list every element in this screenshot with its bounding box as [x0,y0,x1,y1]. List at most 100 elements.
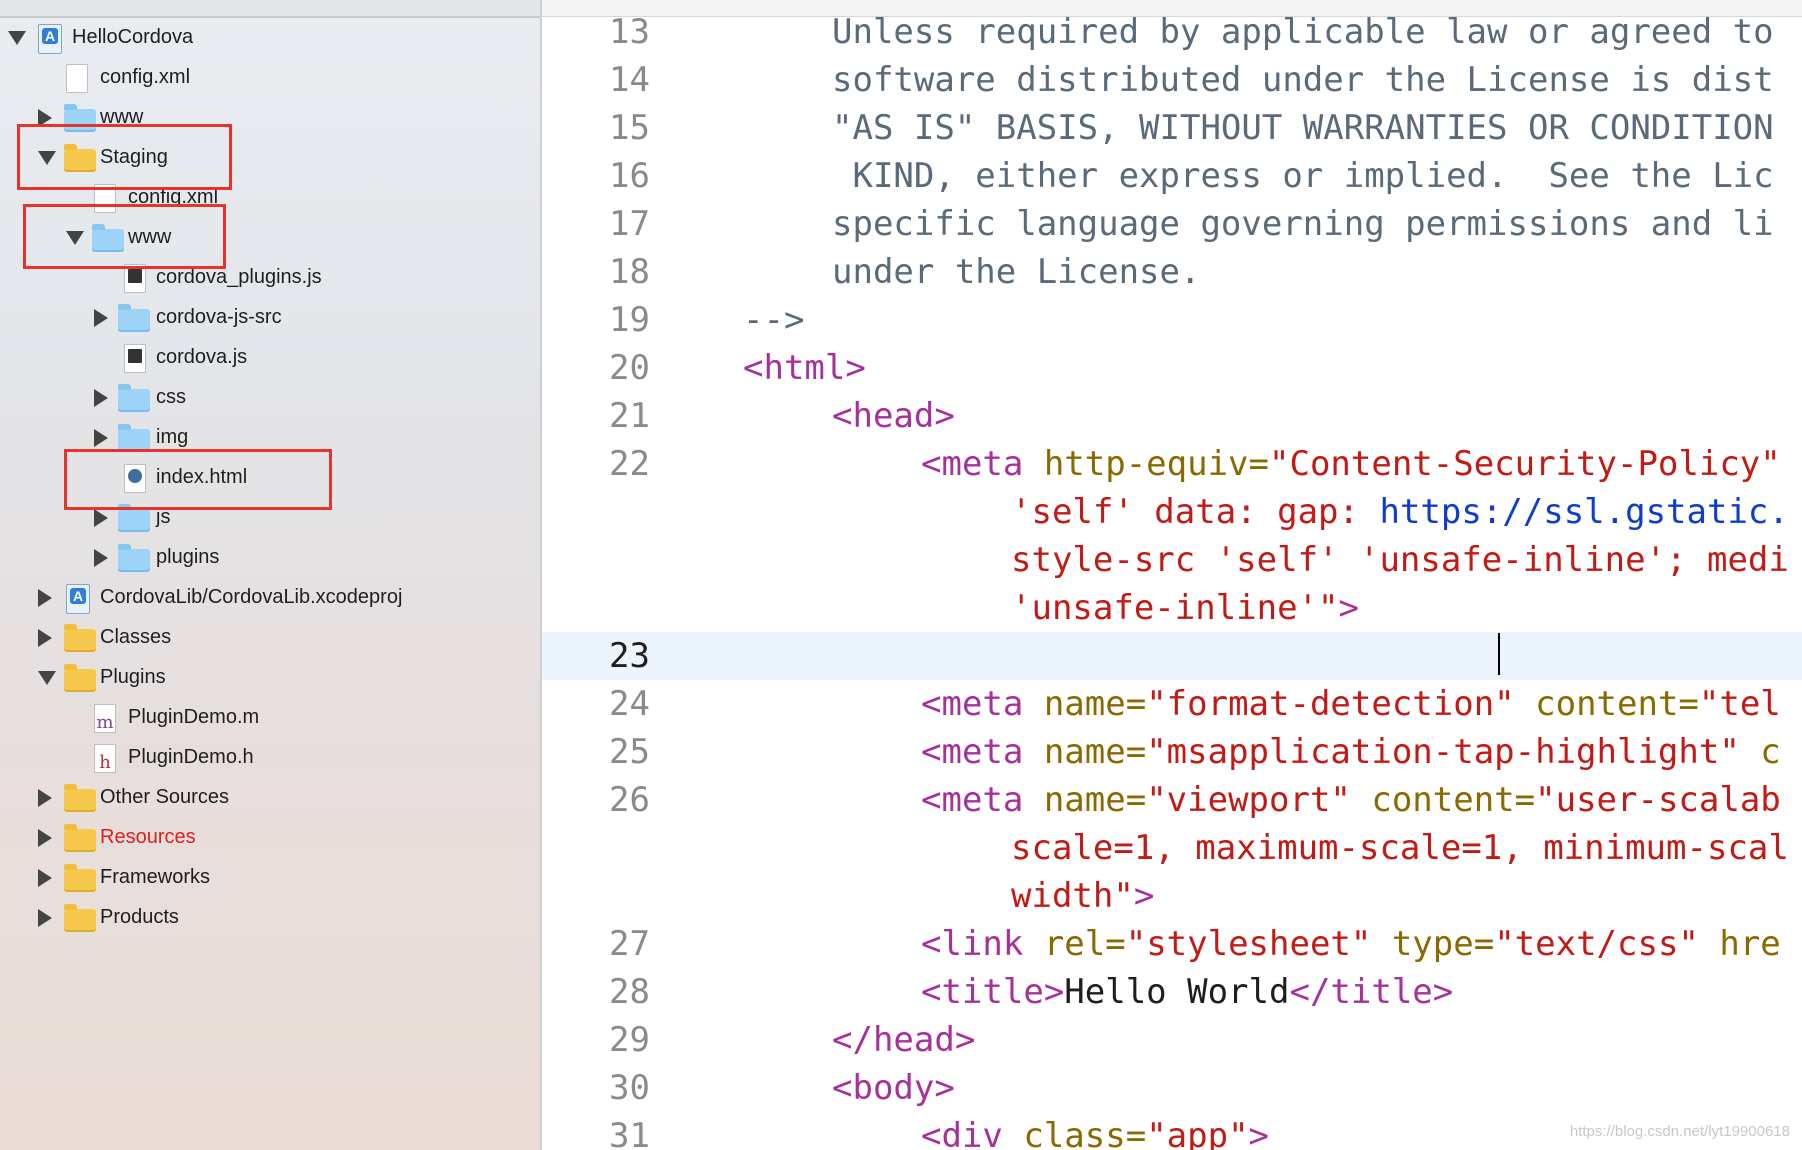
code-line[interactable]: 16 KIND, either express or implied. See … [542,152,1802,200]
disclosure-collapsed-icon[interactable] [38,869,52,887]
line-number: 23 [609,636,650,676]
code-line[interactable]: 19 --> [542,296,1802,344]
js-file-icon [124,344,146,373]
folder-icon [118,384,150,412]
code-line[interactable]: width"> [542,872,1802,920]
tree-row[interactable]: HelloCordova [0,18,540,58]
code-line[interactable]: 27 <link rel="stylesheet" type="text/css"… [542,920,1802,968]
line-number: 15 [609,108,650,148]
code-token: KIND, either express or implied. See the… [832,156,1774,196]
tree-row[interactable]: config.xml [0,58,540,98]
tree-row[interactable]: cordova-js-src [0,298,540,338]
code-token: <meta [921,444,1044,484]
code-text: "AS IS" BASIS, WITHOUT WARRANTIES OR CON… [832,104,1774,152]
code-token: "AS IS" BASIS, WITHOUT WARRANTIES OR CON… [832,108,1774,148]
code-line[interactable]: 22 <meta http-equiv="Content-Security-Pol… [542,440,1802,488]
code-line[interactable]: 28 <title>Hello World</title> [542,968,1802,1016]
code-text: </head> [832,1016,975,1064]
tree-item-label: cordova_plugins.js [156,266,322,288]
code-line[interactable]: 30 <body> [542,1064,1802,1112]
line-number: 14 [609,60,650,100]
disclosure-collapsed-icon[interactable] [38,909,52,927]
line-number: 28 [609,972,650,1012]
disclosure-collapsed-icon[interactable] [94,509,108,527]
line-number: 16 [609,156,650,196]
code-line[interactable]: 'unsafe-inline'"> [542,584,1802,632]
tree-item-label: CordovaLib/CordovaLib.xcodeproj [100,586,403,608]
tree-row[interactable]: plugins [0,538,540,578]
code-line[interactable]: 17 specific language governing permission… [542,200,1802,248]
code-line[interactable]: scale=1, maximum-scale=1, minimum-scal [542,824,1802,872]
tree-row[interactable]: Resources [0,818,540,858]
code-line[interactable]: 15 "AS IS" BASIS, WITHOUT WARRANTIES OR C… [542,104,1802,152]
tree-item-label: PluginDemo.m [128,706,260,728]
code-token: "stylesheet" [1125,924,1392,964]
disclosure-collapsed-icon[interactable] [94,389,108,407]
source-editor[interactable]: 13 Unless required by applicable law or a… [542,0,1802,1150]
line-number: 13 [609,12,650,52]
code-line[interactable]: 13 Unless required by applicable law or a… [542,8,1802,56]
code-text: <meta name="msapplication-tap-highlight"… [921,728,1781,776]
code-token: http-equiv= [1043,444,1269,484]
code-token: "user-scalab [1535,780,1781,820]
code-line[interactable]: 25 <meta name="msapplication-tap-highligh… [542,728,1802,776]
tree-row[interactable]: css [0,378,540,418]
highlight-box-www [23,204,226,269]
disclosure-collapsed-icon[interactable] [38,589,52,607]
tree-row[interactable]: m PluginDemo.m [0,698,540,738]
code-line[interactable]: 18 under the License. [542,248,1802,296]
code-token: rel= [1043,924,1126,964]
disclosure-collapsed-icon[interactable] [94,309,108,327]
tree-item-label: cordova.js [156,346,248,368]
code-token: <body> [832,1068,955,1108]
code-line[interactable]: 21 <head> [542,392,1802,440]
disclosure-collapsed-icon[interactable] [38,629,52,647]
code-text: <meta name="viewport" content="user-scal… [921,776,1781,824]
tree-row[interactable]: Other Sources [0,778,540,818]
disclosure-collapsed-icon[interactable] [38,829,52,847]
file-icon [66,64,88,93]
code-token: specific language governing permissions … [832,204,1774,244]
code-line[interactable]: 'self' data: gap: https://ssl.gstatic. [542,488,1802,536]
code-text: <html> [743,344,866,392]
line-number: 18 [609,252,650,292]
code-token: content= [1535,684,1699,724]
tree-row[interactable]: Classes [0,618,540,658]
tree-row[interactable]: Frameworks [0,858,540,898]
code-token: <meta [921,684,1044,724]
code-line[interactable]: style-src 'self' 'unsafe-inline'; medi [542,536,1802,584]
code-token: https://ssl.gstatic. [1379,492,1789,532]
code-token: under the License. [832,252,1201,292]
code-text: specific language governing permissions … [832,200,1774,248]
folder-icon [118,544,150,572]
tree-item-label: Plugins [100,666,166,688]
disclosure-expanded-icon[interactable] [38,671,56,685]
code-line[interactable]: 20 <html> [542,344,1802,392]
m-file-icon: m [94,704,116,733]
folder-icon [64,904,96,932]
tree-row[interactable]: Plugins [0,658,540,698]
code-text: <meta name="format-detection" content="t… [921,680,1781,728]
code-text: <div class="app"> [921,1112,1269,1150]
xcode-project-icon [38,24,62,54]
code-token: <head> [832,396,955,436]
tree-row[interactable]: cordova.js [0,338,540,378]
code-token: <div [921,1116,1024,1150]
code-token: content= [1371,780,1536,820]
code-line[interactable]: 14 software distributed under the License… [542,56,1802,104]
line-number: 25 [609,732,650,772]
disclosure-expanded-icon[interactable] [8,31,26,45]
disclosure-collapsed-icon[interactable] [38,789,52,807]
line-number: 21 [609,396,650,436]
code-token: "msapplication-tap-highlight" [1146,732,1761,772]
tree-row[interactable]: CordovaLib/CordovaLib.xcodeproj [0,578,540,618]
code-token: <title> [921,972,1065,1012]
code-line[interactable]: 29 </head> [542,1016,1802,1064]
disclosure-collapsed-icon[interactable] [94,549,108,567]
disclosure-collapsed-icon[interactable] [94,429,108,447]
tree-row[interactable]: Products [0,898,540,938]
code-line[interactable]: 23 [542,632,1802,680]
code-line[interactable]: 26 <meta name="viewport" content="user-sc… [542,776,1802,824]
tree-row[interactable]: h PluginDemo.h [0,738,540,778]
code-line[interactable]: 24 <meta name="format-detection" content=… [542,680,1802,728]
